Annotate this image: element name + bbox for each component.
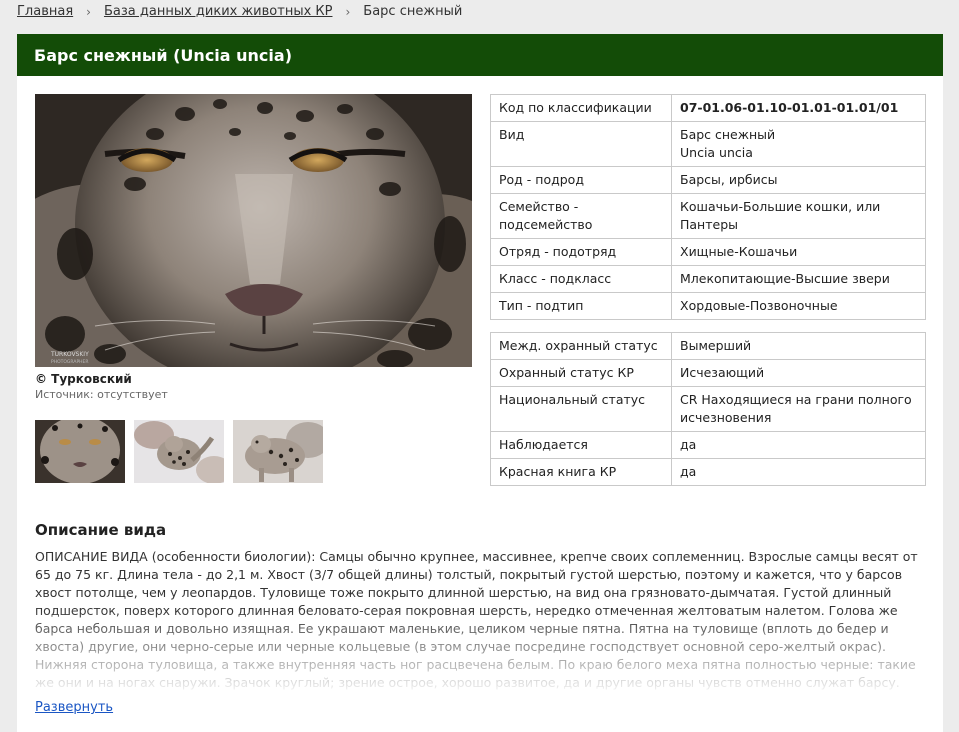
snow-leopard-walking-thumbnail (233, 420, 323, 483)
thumbnail-1[interactable] (35, 420, 125, 483)
table-row: Род - подрод Барсы, ирбисы (490, 166, 926, 194)
table-row: Код по классификации 07-01.06-01.10-01.0… (490, 94, 926, 122)
status-value: CR Находящиеся на грани полного исчезнов… (671, 386, 926, 432)
classification-code: 07-01.06-01.10-01.01-01.01/01 (671, 94, 926, 122)
taxonomy-value: Барсы, ирбисы (671, 166, 926, 194)
taxonomy-key: Отряд - подотряд (490, 238, 672, 266)
species-name: Барс снежный (680, 127, 776, 142)
table-row: Охранный статус КР Исчезающий (490, 359, 926, 387)
taxonomy-key: Класс - подкласс (490, 265, 672, 293)
taxonomy-value: Хордовые-Позвоночные (671, 292, 926, 320)
status-key: Красная книга КР (490, 458, 672, 486)
table-row: Тип - подтип Хордовые-Позвоночные (490, 292, 926, 320)
breadcrumb: Главная › База данных диких животных КР … (17, 4, 462, 19)
taxonomy-value: Хищные-Кошачьи (671, 238, 926, 266)
taxonomy-key: Семейство - подсемейство (490, 193, 672, 239)
snow-leopard-photo: TURKOVSKIY PHOTOGRAPHER (35, 94, 472, 367)
description-title: Описание вида (35, 521, 167, 539)
page-title: Барс снежный (Uncia uncia) (34, 45, 293, 65)
main-photo[interactable]: TURKOVSKIY PHOTOGRAPHER (35, 94, 472, 367)
taxonomy-key: Вид (490, 121, 672, 167)
status-key: Национальный статус (490, 386, 672, 432)
table-row: Национальный статус CR Находящиеся на гр… (490, 386, 926, 432)
watermark-text: TURKOVSKIY (50, 351, 89, 358)
status-key: Межд. охранный статус (490, 332, 672, 360)
snow-leopard-snow-thumbnail (134, 420, 224, 483)
photo-source: Источник: отсутствует (35, 388, 168, 401)
table-row: Отряд - подотряд Хищные-Кошачьи (490, 238, 926, 266)
status-value: Исчезающий (671, 359, 926, 387)
breadcrumb-separator: › (86, 4, 91, 19)
thumbnail-strip (35, 420, 323, 483)
thumbnail-2[interactable] (134, 420, 224, 483)
table-row: Семейство - подсемейство Кошачьи-Большие… (490, 193, 926, 239)
taxonomy-value: Млекопитающие-Высшие звери (671, 265, 926, 293)
status-value: да (671, 458, 926, 486)
status-value: да (671, 431, 926, 459)
table-row: Вид Барс снежный Uncia uncia (490, 121, 926, 167)
conservation-status-table: Межд. охранный статус Вымерший Охранный … (490, 332, 926, 486)
table-row: Наблюдается да (490, 431, 926, 459)
breadcrumb-separator: › (345, 4, 351, 19)
table-row: Класс - подкласс Млекопитающие-Высшие зв… (490, 265, 926, 293)
taxonomy-key: Род - подрод (490, 166, 672, 194)
description-container: ОПИСАНИЕ ВИДА (особенности биологии): Са… (35, 548, 927, 694)
status-key: Охранный статус КР (490, 359, 672, 387)
content-panel: Барс снежный (Uncia uncia) TURKOVSKIY PH… (17, 34, 943, 732)
taxonomy-key: Код по классификации (490, 94, 672, 122)
taxonomy-table: Код по классификации 07-01.06-01.10-01.0… (490, 94, 926, 320)
page-title-bar: Барс снежный (Uncia uncia) (17, 34, 943, 76)
status-key: Наблюдается (490, 431, 672, 459)
photo-author: © Турковский (35, 372, 132, 386)
expand-description-link[interactable]: Развернуть (35, 700, 113, 715)
species-name-cell: Барс снежный Uncia uncia (671, 121, 926, 167)
snow-leopard-face-thumbnail (35, 420, 125, 483)
table-row: Красная книга КР да (490, 458, 926, 486)
table-row: Межд. охранный статус Вымерший (490, 332, 926, 360)
watermark-subtext: PHOTOGRAPHER (51, 359, 89, 365)
description-fade-overlay (35, 608, 927, 694)
status-value: Вымерший (671, 332, 926, 360)
photo-caption: © Турковский Источник: отсутствует (35, 372, 168, 401)
species-latin-name: Uncia uncia (680, 145, 753, 160)
taxonomy-key: Тип - подтип (490, 292, 672, 320)
thumbnail-3[interactable] (233, 420, 323, 483)
taxonomy-value: Кошачьи-Большие кошки, или Пантеры (671, 193, 926, 239)
breadcrumb-home-link[interactable]: Главная (17, 4, 73, 19)
breadcrumb-database-link[interactable]: База данных диких животных КР (104, 4, 333, 19)
breadcrumb-current: Барс снежный (363, 4, 463, 19)
